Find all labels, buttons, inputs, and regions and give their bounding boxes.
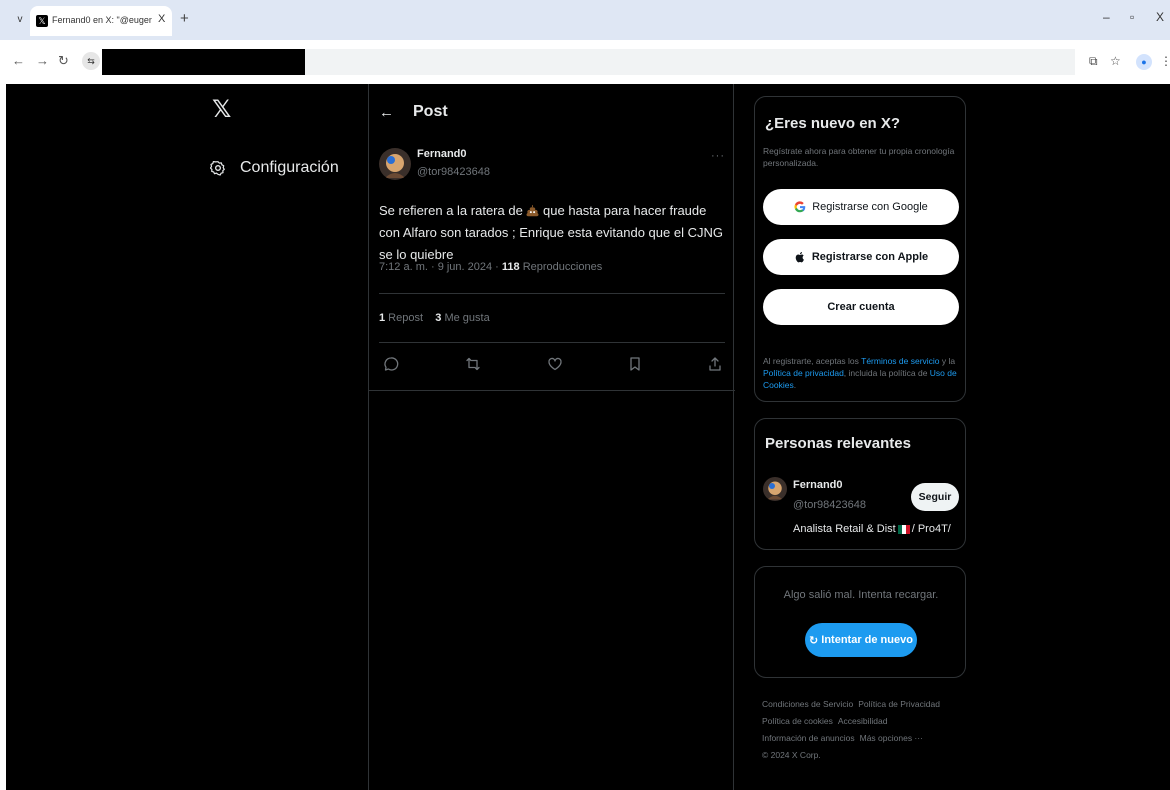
pile-of-poo-icon (526, 204, 539, 217)
apple-icon (795, 251, 804, 263)
browser-tab-bar: v 𝕏 Fernand0 en X: "@eugeniaguer X + – ▫… (0, 0, 1170, 40)
omnibox[interactable] (305, 49, 1075, 75)
copyright: © 2024 X Corp. (762, 750, 821, 760)
avatar-image-icon (379, 148, 411, 180)
gear-icon (210, 161, 225, 176)
legal-text-part: , incluida la política de (843, 368, 930, 378)
tab-search-button[interactable]: v (12, 12, 28, 28)
signup-title: ¿Eres nuevo en X? (765, 115, 901, 132)
relevant-name[interactable]: Fernand0 (793, 479, 843, 491)
footer-link[interactable]: Política de Privacidad (858, 699, 940, 709)
share-icon[interactable] (707, 356, 723, 372)
like-heart-icon[interactable] (547, 356, 563, 372)
likes-link[interactable]: 3 Me gusta (435, 312, 489, 324)
follow-button-label: Seguir (918, 491, 952, 503)
likes-label: Me gusta (441, 312, 490, 324)
author-handle[interactable]: @tor98423648 (417, 166, 490, 178)
address-bar-row: ← → ↻ ⇆ ⧉ ☆ ● ⋮ (0, 40, 1170, 84)
avatar-image-icon (763, 477, 787, 501)
follow-button[interactable]: Seguir (911, 483, 959, 511)
url-redacted[interactable] (102, 49, 305, 75)
author-avatar[interactable] (379, 148, 411, 180)
bookmark-star-icon[interactable]: ☆ (1110, 54, 1121, 68)
relevant-people-card: Personas relevantes Fernand0 @tor9842364… (754, 418, 966, 550)
reload-icon[interactable]: ↻ (58, 53, 69, 69)
tab-title: Fernand0 en X: "@eugeniaguer (52, 15, 152, 25)
footer-link[interactable]: Más opciones ··· (860, 733, 923, 743)
reposts-link[interactable]: 1 Repost (379, 312, 423, 324)
browser-menu-icon[interactable]: ⋮ (1160, 54, 1170, 68)
repost-icon[interactable] (465, 356, 481, 372)
signup-subtitle: Regístrate ahora para obtener tu propia … (763, 146, 955, 168)
x-favicon-icon: 𝕏 (36, 15, 48, 27)
bio-text-part: Analista Retail & Dist (793, 523, 896, 535)
relevant-avatar[interactable] (763, 477, 787, 501)
retry-button-label: Intentar de nuevo (821, 634, 913, 646)
divider (379, 342, 725, 343)
cast-icon[interactable]: ⧉ (1089, 54, 1098, 69)
repost-label: Repost (385, 312, 424, 324)
restore-button[interactable]: ▫ (1130, 10, 1134, 24)
new-tab-button[interactable]: + (180, 10, 189, 27)
footer-links: Condiciones de Servicio Política de Priva… (762, 696, 974, 764)
legal-text-part: Al registrarte, aceptas los (763, 356, 862, 366)
privacy-policy-link[interactable]: Política de privacidad (763, 368, 844, 378)
tweet-actions (379, 356, 725, 378)
error-card: Algo salió mal. Intenta recargar. ↻ Inte… (754, 566, 966, 678)
tweet-meta: 7:12 a. m. · 9 jun. 2024 · 118 Reproducc… (379, 261, 602, 273)
nav-settings-label: Configuración (240, 159, 339, 176)
views-count: 118 (501, 261, 520, 273)
legal-text-part: y la (939, 356, 956, 366)
signup-apple-button[interactable]: Registrarse con Apple (763, 239, 959, 275)
back-arrow-icon[interactable]: ← (379, 104, 397, 121)
footer-link[interactable]: Condiciones de Servicio (762, 699, 853, 709)
divider (379, 293, 725, 294)
create-account-label: Crear cuenta (827, 301, 895, 313)
relevant-people-title: Personas relevantes (765, 435, 911, 452)
browser-tab[interactable]: 𝕏 Fernand0 en X: "@eugeniaguer X (30, 6, 172, 36)
divider (369, 390, 735, 391)
mexico-flag-icon (897, 524, 910, 534)
terms-of-service-link[interactable]: Términos de servicio (861, 356, 939, 366)
profile-avatar-icon[interactable]: ● (1136, 54, 1152, 70)
footer-link[interactable]: Información de anuncios (762, 733, 855, 743)
site-info-icon[interactable]: ⇆ (82, 52, 100, 70)
nav-settings[interactable]: Configuración (210, 156, 339, 180)
apple-button-label: Registrarse con Apple (811, 251, 929, 263)
x-page: 𝕏 Configuración ← Post Fernand0 @tor9842… (6, 84, 1170, 790)
error-message: Algo salió mal. Intenta recargar. (783, 589, 939, 601)
bookmark-icon[interactable] (627, 356, 643, 372)
footer-link[interactable]: Accesibilidad (838, 716, 888, 726)
forward-button[interactable]: → (36, 53, 49, 68)
retry-button[interactable]: ↻ Intentar de nuevo (805, 623, 917, 657)
reply-icon[interactable] (383, 356, 399, 372)
google-button-label: Registrarse con Google (812, 201, 928, 213)
signup-card: ¿Eres nuevo en X? Regístrate ahora para … (754, 96, 966, 402)
tweet-stats: 1 Repost 3 Me gusta (379, 312, 490, 324)
minimize-button[interactable]: – (1103, 10, 1110, 24)
x-logo-icon[interactable]: 𝕏 (212, 98, 234, 122)
post-header: ← Post (369, 100, 735, 124)
legal-text-part: . (793, 380, 797, 390)
author-name[interactable]: Fernand0 (417, 148, 467, 160)
tweet-text-part: Se refieren a la ratera de (379, 203, 527, 218)
relevant-handle[interactable]: @tor98423648 (793, 499, 866, 511)
create-account-button[interactable]: Crear cuenta (763, 289, 959, 325)
google-icon (794, 201, 806, 213)
footer-link[interactable]: Política de cookies (762, 716, 833, 726)
main-column: ← Post Fernand0 @tor98423648 ··· Se refi… (368, 84, 735, 790)
signup-legal-text: Al registrarte, aceptas los Términos de … (763, 355, 959, 391)
back-button[interactable]: ← (12, 53, 25, 68)
close-window-button[interactable]: X (1156, 10, 1164, 24)
tweet-text: Se refieren a la ratera de que hasta par… (379, 200, 725, 266)
refresh-icon: ↻ (809, 634, 819, 647)
relevant-bio: Analista Retail & Dist / Pro4T/ (793, 523, 951, 535)
more-options-icon[interactable]: ··· (711, 150, 725, 162)
views-label: Reproducciones (519, 261, 603, 273)
bio-text-part: / Pro4T/ (911, 523, 951, 535)
page-title: Post (413, 103, 448, 120)
tweet-timestamp[interactable]: 7:12 a. m. · 9 jun. 2024 · (379, 261, 502, 273)
signup-google-button[interactable]: Registrarse con Google (763, 189, 959, 225)
tab-close-button[interactable]: X (158, 13, 165, 25)
